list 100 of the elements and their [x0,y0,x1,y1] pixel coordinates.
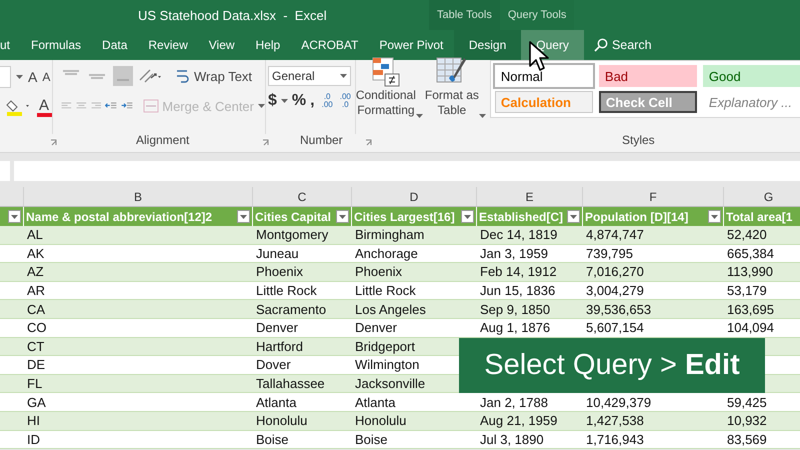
table-cell: Montgomery [256,227,328,242]
table-cell: CT [27,338,44,354]
table-cell: Phoenix [355,264,402,280]
dialog-launcher-icon[interactable] [262,139,270,147]
decrease-decimal-button[interactable]: .00 .0 [340,93,351,109]
table-cell: Jun 15, 1836 [480,283,556,298]
table-cell: 1,716,943 [586,432,644,447]
table-cell: Denver [256,320,298,336]
table-cell: Denver [355,320,397,336]
table-cell: Jul 3, 1890 [480,432,544,447]
ribbon-group-label: Styles [622,133,655,147]
fill-color-icon[interactable] [6,98,32,116]
grow-font-button[interactable]: A [28,69,38,85]
table-cell: AZ [27,264,44,280]
wrap-text-icon [175,68,191,84]
ribbon-group-label: Number [300,133,343,147]
table-cell: Little Rock [256,283,317,298]
dialog-launcher-icon[interactable] [365,139,373,147]
caret-icon [280,99,288,103]
table-cell: Los Angeles [355,302,426,317]
table-cell: 4,874,747 [586,227,644,242]
table-cell: 163,695 [727,302,774,317]
table-cell: 10,932 [727,413,767,428]
table-cell: Tallahassee [256,376,325,392]
cell-style-tile[interactable]: Bad [598,65,697,87]
table-cell: Little Rock [355,283,416,298]
filter-button[interactable] [461,210,474,223]
table-cell: CO [27,320,46,336]
formula-field[interactable] [14,161,800,181]
table-cell: Boise [256,432,289,447]
table-cell: Aug 1, 1876 [480,320,550,336]
table-cell: 83,569 [727,432,767,447]
table-cell: Jan 3, 1959 [480,246,548,261]
table-cell: Boise [355,432,388,447]
table-cell: 3,004,279 [586,283,644,298]
comma-style-button[interactable]: , [310,92,315,110]
table-cell: Hartford [256,338,303,354]
dropdown-arrow-icon [11,214,18,218]
font-color-button[interactable]: A [36,98,52,116]
table-cell: CA [27,302,46,317]
table-cell: 5,607,154 [586,320,644,336]
filter-button[interactable] [237,210,250,223]
table-cell: Birmingham [355,227,424,242]
table-header-cell: Population [D][14] [585,210,688,224]
column-header[interactable]: F [583,187,724,207]
column-header[interactable]: G [724,187,800,207]
dropdown-arrow-icon [711,214,718,218]
ribbon-tab[interactable]: View [198,30,246,60]
table-cell: Atlanta [355,394,396,410]
wrap-text-button[interactable]: Wrap Text [175,68,252,84]
table-cell: HI [27,413,40,428]
merge-icon [143,99,160,113]
filter-button[interactable] [336,210,349,223]
table-cell: 10,429,379 [586,394,652,410]
cell-style-tile[interactable]: Good [702,65,800,87]
filter-button[interactable] [708,210,721,223]
table-cell: 7,016,270 [586,264,644,280]
table-cell: 739,795 [586,246,633,261]
caret-icon [340,74,347,78]
table-cell: Dover [256,357,291,372]
dialog-launcher-icon[interactable] [50,139,58,147]
table-cell: Honolulu [355,413,406,428]
table-header-cell: Cities Capital [255,210,332,224]
table-cell: GA [27,394,46,410]
ribbon-tab[interactable]: Formulas [20,30,92,60]
table-cell: Jan 2, 1788 [480,394,548,410]
percent-button[interactable]: % [292,92,306,110]
table-cell: Sep 9, 1850 [480,302,550,317]
column-header[interactable]: B [24,187,253,207]
ribbon-tab[interactable]: ut [0,30,21,60]
ribbon-tab[interactable]: Data [92,30,138,60]
font-size-field[interactable] [0,66,11,88]
column-header[interactable]: D [352,187,477,207]
table-cell: 52,420 [727,227,767,242]
search-button[interactable]: Search [594,30,652,60]
contextual-tab-label: Table Tools [429,0,500,30]
caret-icon [258,104,265,108]
filter-button[interactable] [8,210,21,223]
window-title: US Statehood Data.xlsx - Excel [138,8,327,22]
currency-button[interactable]: $ [268,92,277,110]
table-cell: 104,094 [727,320,774,336]
number-format-dropdown[interactable]: General [268,66,351,86]
shrink-font-button[interactable]: A [42,70,50,84]
increase-decimal-button[interactable]: .0 .00 [322,93,333,109]
ribbon-tab[interactable]: Review [138,30,198,60]
filter-button[interactable] [567,210,580,223]
cell-style-tile[interactable]: Normal [494,65,593,87]
ribbon-tab[interactable]: Design [454,30,522,60]
orientation-icon[interactable] [137,67,163,85]
table-cell: Feb 14, 1912 [480,264,557,280]
table-cell: DE [27,357,46,372]
column-header[interactable]: C [253,187,352,207]
ribbon-tab[interactable]: Help [245,30,291,60]
table-cell: Wilmington [355,357,420,372]
table-cell: AK [27,246,44,261]
table-cell: 1,427,538 [586,413,644,428]
column-header[interactable]: E [477,187,583,207]
table-cell: 53,179 [727,283,767,298]
dropdown-arrow-icon [570,214,577,218]
table-cell: Dec 14, 1819 [480,227,558,242]
